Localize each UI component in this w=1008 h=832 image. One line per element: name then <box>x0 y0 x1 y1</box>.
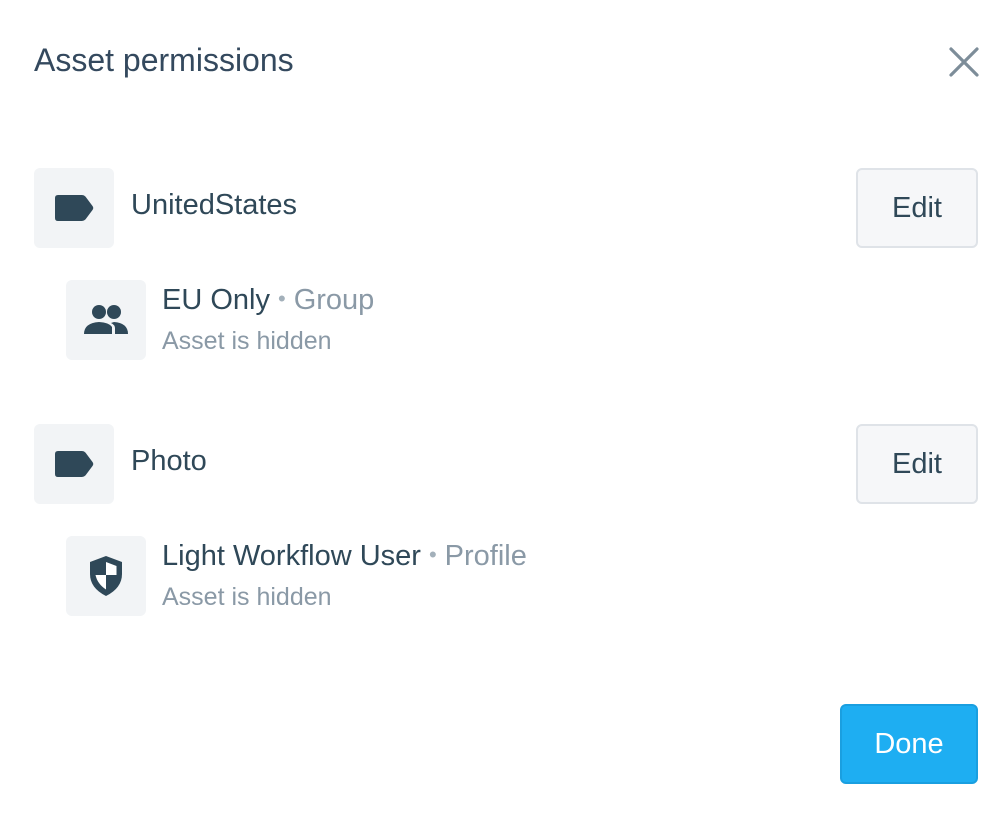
edit-button[interactable]: Edit <box>856 168 978 248</box>
separator-dot: • <box>428 542 437 567</box>
entry-details: Light Workflow User • Profile Asset is hid… <box>162 536 527 614</box>
group-icon <box>84 305 128 334</box>
entry-status: Asset is hidden <box>162 327 332 355</box>
entry-name: EU Only <box>162 284 270 316</box>
entry-icon-box <box>66 280 146 360</box>
entry-name: Light Workflow User <box>162 540 421 572</box>
dialog-title: Asset permissions <box>34 42 294 78</box>
tag-name: Photo <box>131 445 207 477</box>
separator-dot: • <box>277 286 286 311</box>
tag-name: UnitedStates <box>131 189 298 221</box>
entry-type: Profile <box>444 540 527 572</box>
entry-type: Group <box>293 284 375 316</box>
close-button[interactable] <box>946 44 982 80</box>
entry-details: EU Only • Group Asset is hidden <box>162 280 374 358</box>
tag-icon <box>55 451 94 477</box>
tag-icon-box <box>34 424 114 504</box>
tag-icon <box>55 195 94 221</box>
asset-permissions-dialog: Asset permissions UnitedStates Edit EU O… <box>0 0 1008 832</box>
close-icon <box>949 47 979 77</box>
shield-icon <box>90 556 122 596</box>
tag-icon-box <box>34 168 114 248</box>
entry-status: Asset is hidden <box>162 583 332 611</box>
entry-icon-box <box>66 536 146 616</box>
edit-button[interactable]: Edit <box>856 424 978 504</box>
done-button[interactable]: Done <box>840 704 978 784</box>
